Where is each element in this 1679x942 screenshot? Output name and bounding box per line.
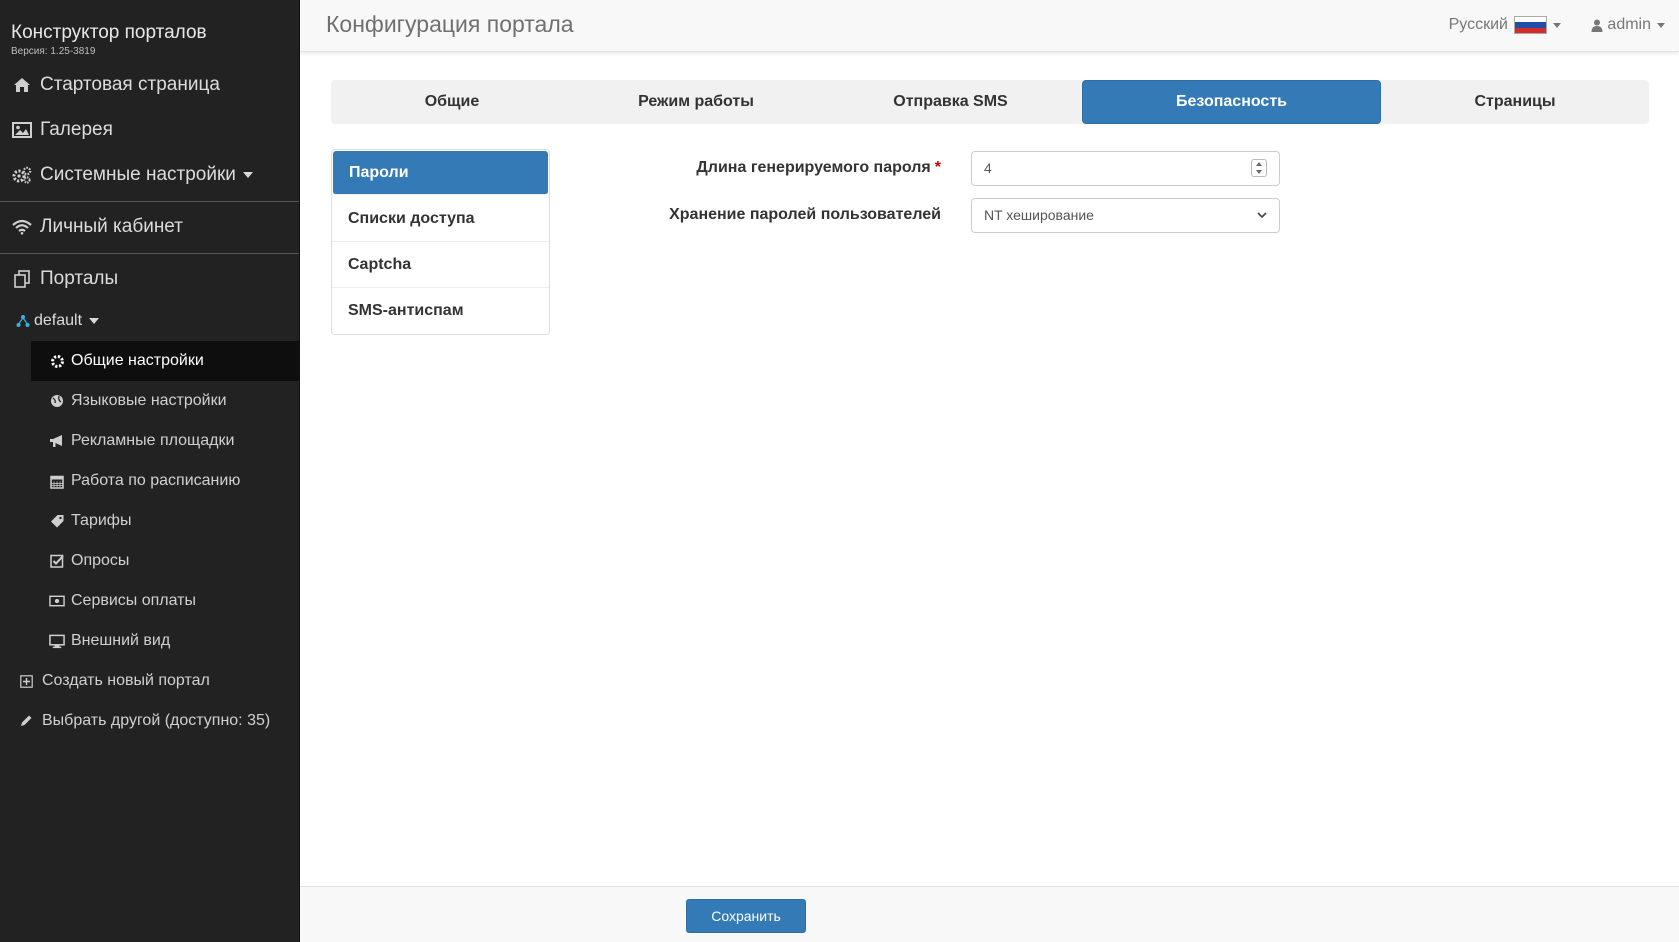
nav-personal-cabinet[interactable]: Личный кабинет [0, 204, 299, 249]
nav-portals-label: Порталы [40, 267, 119, 289]
config-tabs: Общие Режим работы Отправка SMS Безопасн… [331, 80, 1649, 124]
portal-name: default [34, 312, 83, 329]
brand-version: Версия: 1.25-3819 [11, 46, 96, 57]
sidebar-item-label: Тарифы [71, 512, 132, 529]
bullhorn-icon [49, 433, 65, 449]
russian-flag-icon [1514, 16, 1547, 34]
chevron-down-icon [1657, 22, 1665, 28]
tab-work-mode[interactable]: Режим работы [573, 80, 819, 124]
home-icon [12, 75, 32, 95]
chevron-down-icon [1553, 22, 1561, 28]
sidebar-item-label: Внешний вид [71, 632, 171, 649]
sidebar-item-tariffs[interactable]: Тарифы [31, 501, 299, 541]
monitor-icon [49, 633, 65, 649]
calendar-icon [49, 473, 65, 489]
chevron-down-icon [242, 171, 253, 178]
tab-security[interactable]: Безопасность [1082, 80, 1381, 124]
sidebar-item-schedule[interactable]: Работа по расписанию [31, 461, 299, 501]
main-content: Общие Режим работы Отправка SMS Безопасн… [300, 52, 1679, 886]
sidebar-item-label: Опросы [71, 552, 130, 569]
sitemap-icon [16, 314, 30, 328]
cogs-icon [12, 165, 32, 185]
portals-nav: Порталы [0, 256, 299, 301]
user-menu[interactable]: admin [1591, 16, 1665, 34]
nav-gallery-label: Галерея [40, 118, 113, 140]
top-header: Конфигурация портала Русский admin [300, 0, 1679, 52]
sidebar-item-label: Работа по расписанию [71, 472, 241, 489]
chevron-down-icon [1257, 211, 1267, 219]
cabinet-nav: Личный кабинет [0, 204, 299, 249]
subnav-passwords[interactable]: Пароли [333, 151, 548, 195]
required-mark: * [934, 159, 941, 176]
pencil-icon [18, 713, 34, 729]
sidebar-item-label: Языковые настройки [71, 392, 227, 409]
nav-system-settings-label: Системные настройки [40, 163, 236, 185]
password-storage-row: Хранение паролей пользователей NT хеширо… [550, 197, 1600, 233]
language-label: Русский [1448, 16, 1508, 33]
sidebar-item-payment-services[interactable]: Сервисы оплаты [31, 581, 299, 621]
nav-start-page[interactable]: Стартовая страница [0, 62, 299, 107]
password-length-label: Длина генерируемого пароля [696, 159, 931, 176]
password-storage-select[interactable]: NT хеширование [971, 197, 1280, 233]
create-portal-link[interactable]: Создать новый портал [0, 661, 299, 701]
user-icon [1591, 19, 1603, 32]
brand-title: Конструктор порталов [11, 22, 207, 43]
number-spinner[interactable] [1251, 159, 1267, 177]
plus-square-icon [18, 673, 34, 689]
sidebar: Конструктор порталов Версия: 1.25-3819 С… [0, 0, 300, 942]
nav-gallery[interactable]: Галерея [0, 107, 299, 152]
spinner-down-icon [1256, 170, 1262, 174]
check-square-icon [49, 553, 65, 569]
password-storage-label: Хранение паролей пользователей [669, 206, 941, 223]
sidebar-item-language-settings[interactable]: Языковые настройки [31, 381, 299, 421]
choose-other-portal-link[interactable]: Выбрать другой (доступно: 35) [0, 701, 299, 741]
language-selector[interactable]: Русский [1449, 16, 1561, 34]
sidebar-item-general-settings[interactable]: Общие настройки [31, 341, 299, 381]
password-length-row: Длина генерируемого пароля * 4 [550, 150, 1600, 186]
portal-subnav: Общие настройки Языковые настройки Рекла… [0, 341, 299, 661]
tab-pages[interactable]: Страницы [1381, 80, 1649, 124]
wifi-icon [12, 217, 32, 237]
sidebar-item-label: Рекламные площадки [71, 432, 235, 449]
globe-icon [49, 393, 65, 409]
sidebar-divider [0, 253, 299, 254]
copy-icon [12, 269, 32, 289]
choose-other-portal-label: Выбрать другой (доступно: 35) [42, 712, 271, 729]
tab-general[interactable]: Общие [331, 80, 573, 124]
chevron-down-icon [89, 318, 100, 324]
sidebar-item-label: Общие настройки [71, 352, 204, 369]
sidebar-item-ad-platforms[interactable]: Рекламные площадки [31, 421, 299, 461]
page-title: Конфигурация портала [326, 11, 574, 37]
save-button[interactable]: Сохранить [686, 899, 806, 933]
sidebar-divider [0, 201, 299, 202]
sidebar-item-label: Сервисы оплаты [71, 592, 197, 609]
password-length-input[interactable]: 4 [971, 150, 1280, 186]
password-storage-value: NT хеширование [984, 207, 1094, 223]
image-icon [12, 120, 32, 140]
footer-bar: Сохранить [300, 886, 1679, 942]
gear-icon [49, 353, 65, 369]
nav-personal-cabinet-label: Личный кабинет [40, 215, 183, 237]
sidebar-item-polls[interactable]: Опросы [31, 541, 299, 581]
nav-system-settings[interactable]: Системные настройки [0, 152, 299, 197]
nav-portals[interactable]: Порталы [0, 256, 299, 301]
tag-icon [49, 513, 65, 529]
security-subnav: Пароли Списки доступа Captcha SMS-антисп… [331, 149, 550, 335]
password-length-label-wrap: Длина генерируемого пароля * [550, 159, 971, 177]
create-portal-label: Создать новый портал [42, 672, 210, 689]
nav-start-page-label: Стартовая страница [40, 73, 220, 95]
password-length-value: 4 [984, 160, 992, 176]
subnav-access-lists[interactable]: Списки доступа [332, 196, 549, 242]
money-icon [49, 593, 65, 609]
subnav-sms-antispam[interactable]: SMS-антиспам [332, 288, 549, 334]
sidebar-item-appearance[interactable]: Внешний вид [31, 621, 299, 661]
subnav-captcha[interactable]: Captcha [332, 242, 549, 288]
tab-sms-sending[interactable]: Отправка SMS [819, 80, 1082, 124]
user-name: admin [1607, 16, 1651, 33]
portal-selector[interactable]: default [0, 301, 299, 341]
brand[interactable]: Конструктор порталов Версия: 1.25-3819 [0, 0, 299, 62]
spinner-up-icon [1256, 162, 1262, 166]
main-nav: Стартовая страница Галерея Системные нас… [0, 62, 299, 197]
